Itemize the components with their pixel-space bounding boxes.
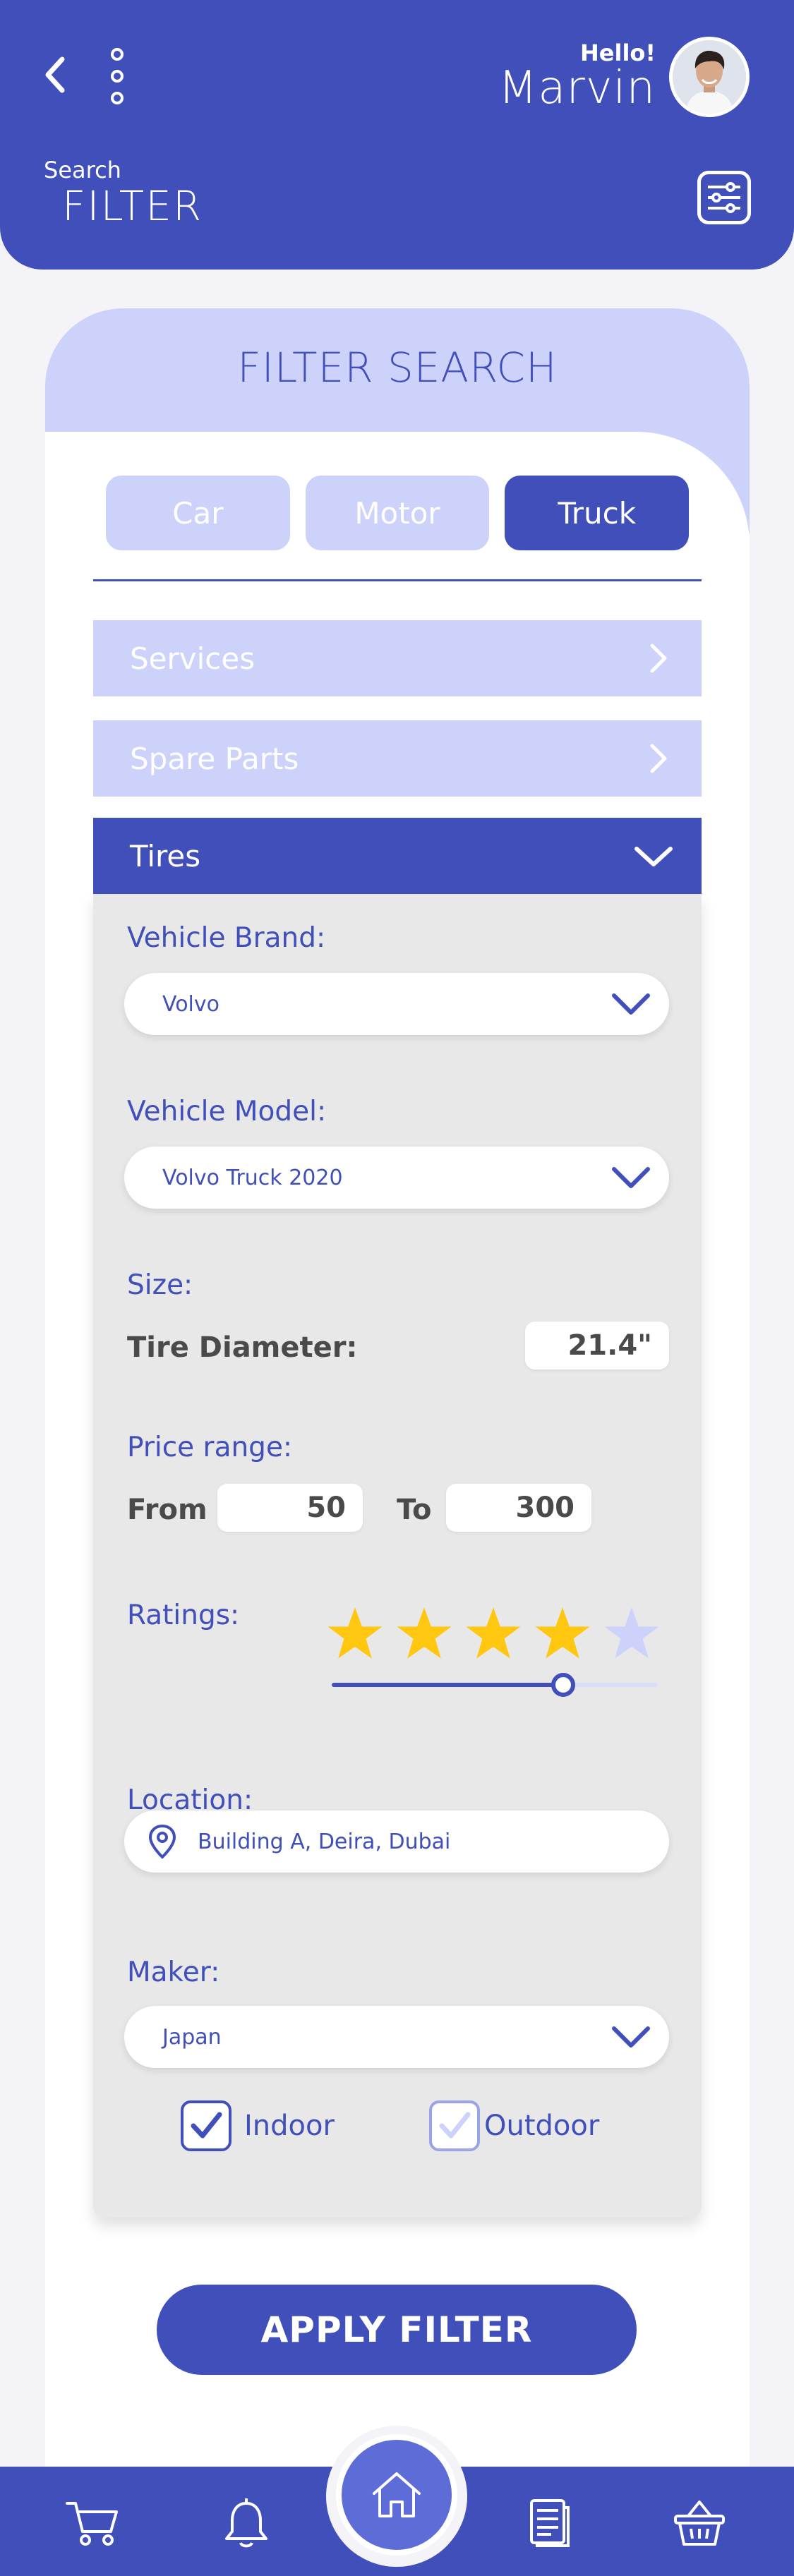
- rating-stars[interactable]: [326, 1605, 661, 1663]
- cart-icon: [66, 2502, 118, 2546]
- star-icon[interactable]: [326, 1605, 384, 1663]
- checkmark-icon: [191, 2112, 222, 2139]
- vehicle-brand-select[interactable]: Volvo: [124, 973, 669, 1035]
- chevron-down-icon: [612, 2026, 650, 2048]
- tab-truck[interactable]: Truck: [505, 476, 690, 550]
- maker-label: Maker:: [127, 1957, 220, 1988]
- home-button[interactable]: [336, 2434, 457, 2556]
- price-range-label: Price range:: [127, 1432, 293, 1463]
- rating-slider-fill: [332, 1683, 563, 1687]
- star-icon[interactable]: [395, 1605, 453, 1663]
- tab-car[interactable]: Car: [106, 476, 290, 550]
- tires-filter-panel: Vehicle Brand: Volvo Vehicle Model: Volv…: [93, 894, 702, 2218]
- category-label: Spare Parts: [130, 741, 299, 776]
- ratings-label: Ratings:: [127, 1600, 240, 1631]
- outdoor-label: Outdoor: [484, 2110, 600, 2142]
- rating-slider[interactable]: [332, 1673, 658, 1697]
- indoor-checkbox[interactable]: Indoor: [181, 2100, 335, 2151]
- checkmark-icon: [439, 2112, 471, 2139]
- category-label: Services: [130, 641, 255, 676]
- home-icon: [373, 2472, 421, 2517]
- app-header: Hello! Marvin Search FILTER: [0, 0, 794, 270]
- dot-icon: [111, 48, 124, 61]
- card-title: FILTER SEARCH: [237, 344, 558, 392]
- filter-card: FILTER SEARCH Car Motor Truck Services S…: [45, 308, 750, 2576]
- divider: [93, 579, 702, 581]
- back-button[interactable]: [37, 54, 72, 96]
- page-title: FILTER: [62, 182, 203, 230]
- price-to-input[interactable]: 300: [446, 1484, 591, 1532]
- checkbox-box[interactable]: [429, 2100, 480, 2151]
- user-name: Marvin: [498, 62, 656, 114]
- vehicle-brand-value: Volvo: [162, 991, 219, 1017]
- bell-icon: [225, 2498, 267, 2548]
- document-icon: [530, 2499, 570, 2547]
- vehicle-brand-label: Vehicle Brand:: [127, 922, 326, 954]
- rating-slider-thumb[interactable]: [551, 1673, 575, 1697]
- dot-icon: [111, 70, 124, 83]
- vehicle-model-value: Volvo Truck 2020: [162, 1165, 343, 1190]
- indoor-label: Indoor: [244, 2110, 335, 2142]
- back-arrow-icon: [45, 56, 65, 93]
- bottom-navigation: [0, 2426, 794, 2576]
- maker-value: Japan: [162, 2024, 222, 2050]
- outdoor-checkbox[interactable]: Outdoor: [429, 2100, 599, 2151]
- star-icon[interactable]: [534, 1605, 591, 1663]
- nav-cart[interactable]: [64, 2495, 121, 2551]
- chevron-down-icon: [612, 1167, 650, 1188]
- location-input[interactable]: Building A, Deira, Dubai: [124, 1810, 669, 1873]
- apply-filter-button[interactable]: APPLY FILTER: [157, 2285, 637, 2375]
- star-icon[interactable]: [464, 1605, 522, 1663]
- category-label: Tires: [130, 838, 201, 873]
- checkbox-box[interactable]: [181, 2100, 231, 2151]
- price-from-input[interactable]: 50: [217, 1484, 363, 1532]
- from-label: From: [127, 1494, 207, 1526]
- user-avatar-icon: [673, 40, 746, 114]
- sliders-icon: [708, 182, 740, 213]
- star-empty-icon[interactable]: [603, 1605, 661, 1663]
- to-label: To: [397, 1494, 432, 1526]
- search-label: Search: [44, 157, 121, 183]
- maker-select[interactable]: Japan: [124, 2006, 669, 2068]
- chevron-right-icon: [650, 744, 667, 773]
- more-options-button[interactable]: [103, 48, 131, 104]
- filter-settings-button[interactable]: [697, 171, 751, 224]
- nav-documents[interactable]: [519, 2495, 577, 2551]
- nav-notifications[interactable]: [217, 2495, 275, 2551]
- chevron-down-icon: [612, 993, 650, 1015]
- dot-icon: [111, 92, 124, 104]
- category-tires[interactable]: Tires: [93, 818, 702, 894]
- tire-diameter-input[interactable]: 21.4": [525, 1322, 669, 1369]
- tire-diameter-label: Tire Diameter:: [127, 1331, 358, 1364]
- vehicle-model-label: Vehicle Model:: [127, 1096, 327, 1127]
- category-services[interactable]: Services: [93, 620, 702, 696]
- chevron-down-icon: [634, 847, 673, 866]
- category-spare-parts[interactable]: Spare Parts: [93, 720, 702, 797]
- avatar[interactable]: [669, 37, 750, 117]
- nav-basket[interactable]: [670, 2495, 728, 2551]
- size-label: Size:: [127, 1269, 193, 1301]
- tab-motor[interactable]: Motor: [305, 476, 490, 550]
- location-value: Building A, Deira, Dubai: [198, 1829, 451, 1854]
- basket-icon: [674, 2501, 725, 2546]
- location-pin-icon: [148, 1824, 176, 1859]
- chevron-right-icon: [650, 643, 667, 673]
- vehicle-type-tabs: Car Motor Truck: [106, 476, 690, 550]
- vehicle-model-select[interactable]: Volvo Truck 2020: [124, 1147, 669, 1209]
